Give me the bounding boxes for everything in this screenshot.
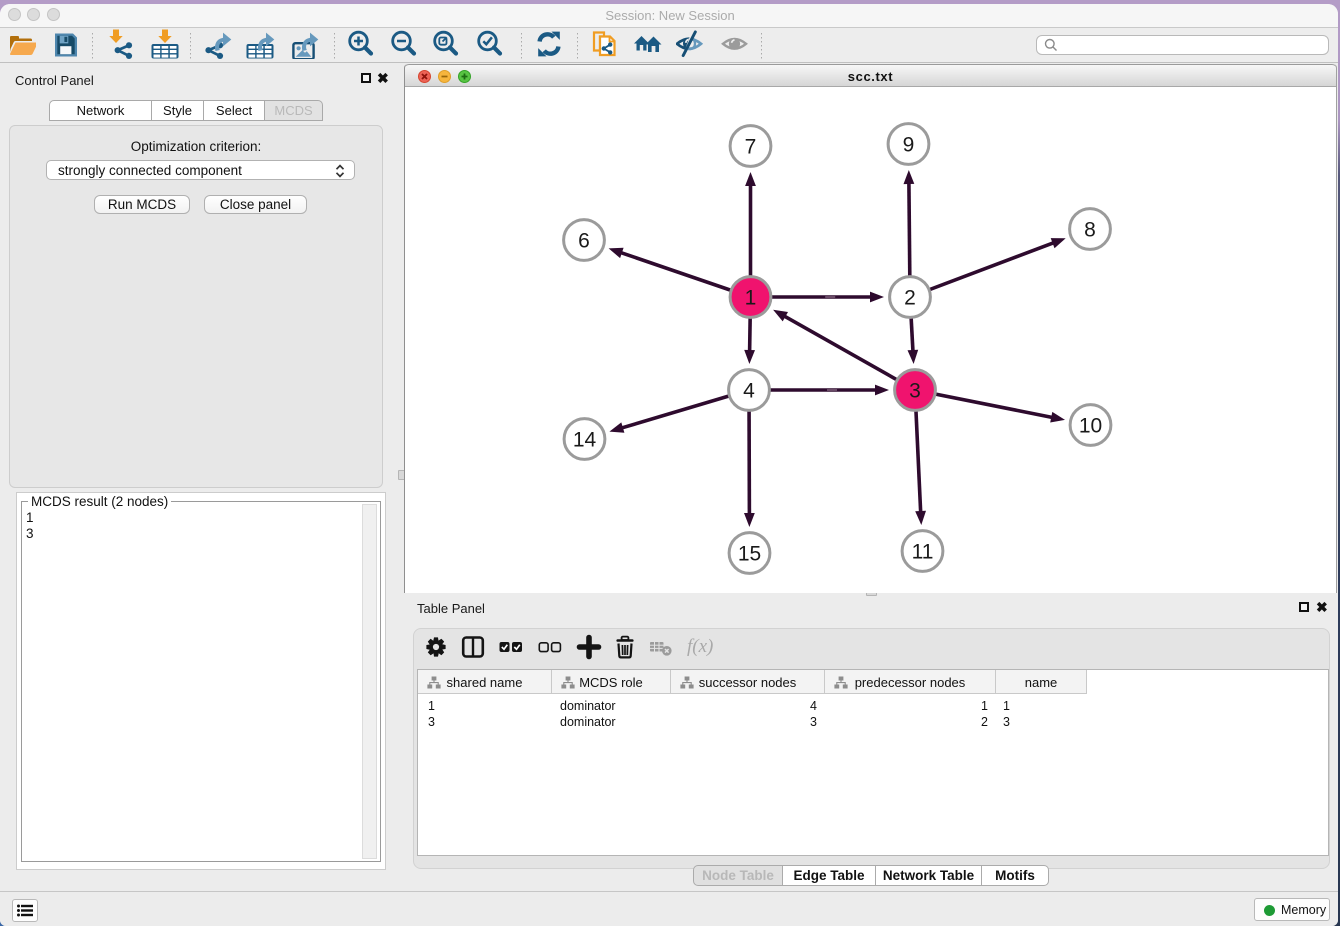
svg-text:1: 1 [745, 287, 757, 310]
svg-text:10: 10 [1079, 415, 1102, 438]
svg-text:8: 8 [1084, 219, 1096, 242]
svg-text:4: 4 [743, 380, 755, 403]
svg-text:6: 6 [578, 230, 590, 253]
svg-text:14: 14 [573, 429, 597, 452]
svg-text:9: 9 [903, 134, 915, 157]
svg-text:2: 2 [904, 287, 916, 310]
svg-text:3: 3 [909, 380, 921, 403]
svg-text:15: 15 [738, 543, 761, 566]
svg-text:7: 7 [745, 136, 757, 159]
svg-text:11: 11 [912, 541, 934, 564]
